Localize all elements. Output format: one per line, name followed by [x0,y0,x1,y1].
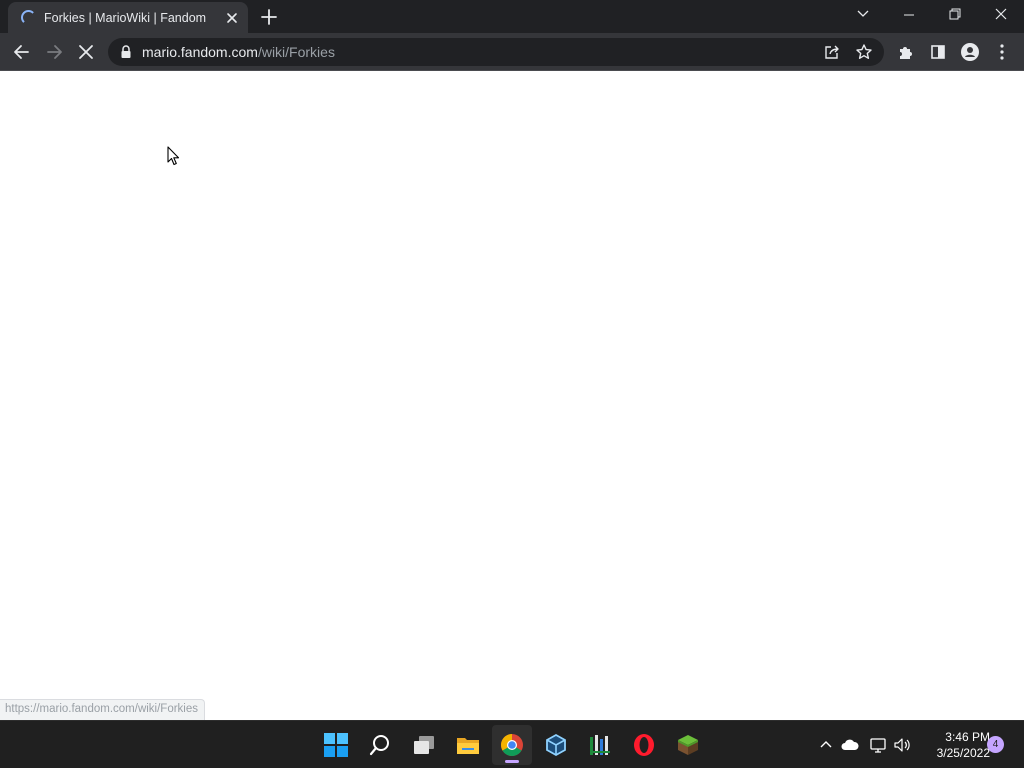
bookmark-star-icon[interactable] [854,42,874,62]
show-hidden-icons-chevron-up-icon[interactable] [816,735,836,755]
more-menu-icon[interactable] [988,38,1016,66]
url-path: /wiki/Forkies [257,44,335,60]
app-icon [590,735,610,755]
task-view-icon [414,736,434,754]
opera-icon [634,734,654,756]
virtualbox-icon [546,733,566,757]
page-content [0,71,1024,720]
minimize-button[interactable] [886,0,932,31]
notification-badge[interactable]: 4 [987,736,1004,753]
minecraft-button[interactable] [668,725,708,765]
extensions-puzzle-icon[interactable] [892,38,920,66]
restore-button[interactable] [932,0,978,31]
app-button[interactable] [580,725,620,765]
close-tab-icon[interactable] [223,9,241,27]
new-tab-button[interactable] [259,7,279,27]
clock-date: 3/25/2022 [936,746,990,760]
onedrive-cloud-icon[interactable] [840,735,860,755]
loading-spinner-icon [21,10,36,25]
taskbar-clock[interactable]: 3:46 PM 3/25/2022 [918,729,990,761]
file-explorer-button[interactable] [448,725,488,765]
side-panel-icon[interactable] [924,38,952,66]
start-button[interactable] [316,725,356,765]
chrome-taskbar-button[interactable] [492,725,532,765]
windows-taskbar: 3:46 PM 3/25/2022 4 [0,720,1024,768]
virtualbox-button[interactable] [536,725,576,765]
start-icon [324,733,348,757]
url-text[interactable]: mario.fandom.com/wiki/Forkies [142,44,335,60]
task-view-button[interactable] [404,725,444,765]
browser-toolbar: mario.fandom.com/wiki/Forkies [0,33,1024,71]
window-close-button[interactable] [978,0,1024,31]
tab-strip: Forkies | MarioWiki | Fandom [0,0,1024,33]
volume-icon[interactable] [892,735,912,755]
taskbar-search-button[interactable] [360,725,400,765]
forward-button[interactable] [40,38,68,66]
search-icon [369,735,389,756]
stop-loading-button[interactable] [72,38,100,66]
active-app-indicator [505,760,519,763]
clock-time: 3:46 PM [945,730,990,744]
browser-tab[interactable]: Forkies | MarioWiki | Fandom [8,2,248,33]
link-status-bubble: https://mario.fandom.com/wiki/Forkies [0,699,206,720]
lock-icon[interactable] [120,45,132,59]
file-explorer-icon [457,738,479,754]
mouse-cursor-icon [167,146,180,166]
chrome-icon [501,734,523,756]
url-host: mario.fandom.com [142,44,258,60]
back-button[interactable] [8,38,36,66]
share-icon[interactable] [822,42,842,62]
minecraft-icon [678,735,698,755]
profile-avatar-icon[interactable] [956,38,984,66]
tab-search-chevron-down-icon[interactable] [840,0,886,31]
tab-title: Forkies | MarioWiki | Fandom [44,11,207,25]
network-icon[interactable] [868,735,888,755]
address-bar[interactable]: mario.fandom.com/wiki/Forkies [108,38,884,66]
opera-button[interactable] [624,725,664,765]
